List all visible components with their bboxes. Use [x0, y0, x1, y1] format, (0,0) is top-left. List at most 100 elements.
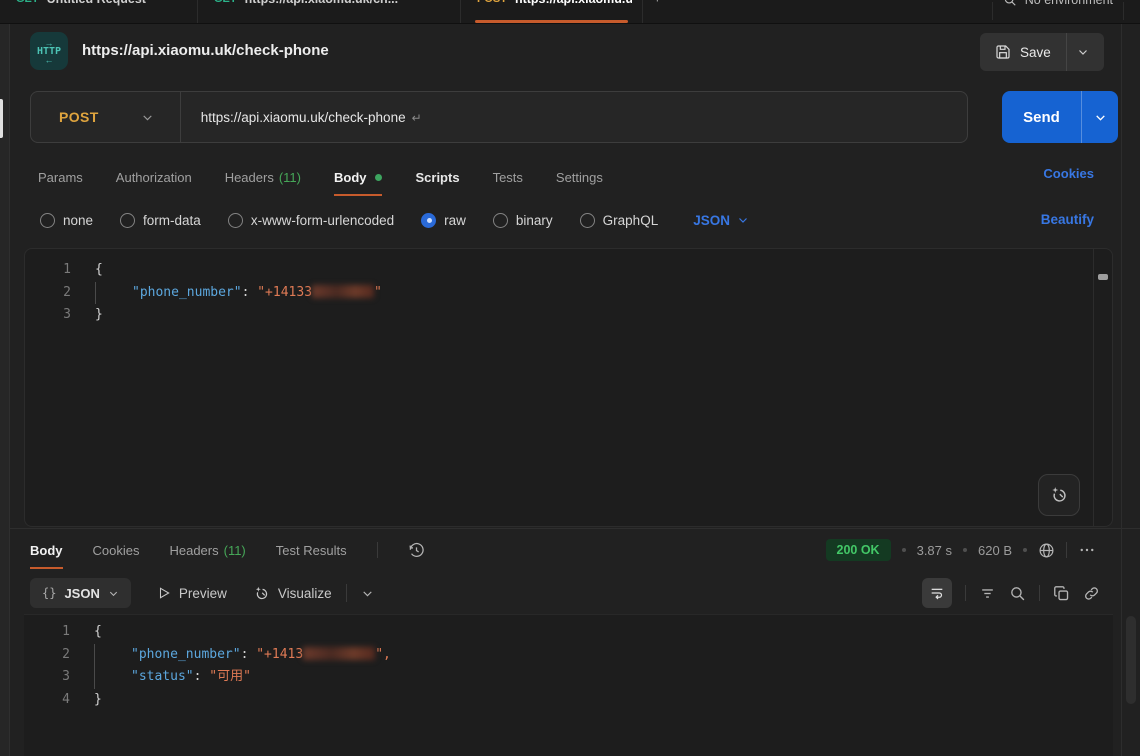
chevron-down-icon — [108, 588, 119, 599]
redacted-phone-digits — [312, 285, 374, 298]
dot-separator — [963, 548, 967, 552]
open-request-tab-1[interactable]: GET Untitled Request — [0, 0, 198, 24]
language-dropdown[interactable]: JSON — [693, 213, 749, 228]
filter-button[interactable] — [979, 585, 996, 602]
divider — [965, 585, 966, 601]
tab-title: https://api.xiaomu.uk/ch... — [245, 0, 399, 6]
enter-hint-icon: ↵ — [412, 111, 422, 125]
copy-icon — [1053, 585, 1070, 602]
divider — [1039, 585, 1040, 601]
body-mode-selector: none form-data x-www-form-urlencoded raw… — [40, 203, 749, 237]
code-line: 2 "phone_number": "+1413", — [24, 644, 1113, 667]
save-label: Save — [1020, 45, 1051, 60]
divider — [1066, 542, 1067, 558]
chevron-down-icon — [141, 111, 154, 124]
open-request-tab-2[interactable]: GET https://api.xiaomu.uk/ch... — [198, 0, 461, 24]
share-link-button[interactable] — [1083, 585, 1100, 602]
http-protocol-icon: → HTTP ← — [30, 32, 68, 70]
headers-count: (11) — [224, 543, 246, 558]
url-input[interactable]: https://api.xiaomu.uk/check-phone↵ — [201, 110, 422, 125]
window-scrollbar-thumb[interactable] — [1126, 616, 1136, 704]
response-history-button[interactable] — [408, 542, 425, 559]
response-tab-cookies[interactable]: Cookies — [93, 531, 140, 569]
word-wrap-button[interactable] — [922, 578, 952, 608]
search-icon — [1003, 0, 1017, 7]
tab-settings[interactable]: Settings — [556, 158, 603, 196]
request-title: https://api.xiaomu.uk/check-phone — [82, 42, 329, 59]
mode-graphql[interactable]: GraphQL — [580, 213, 659, 228]
word-wrap-icon — [929, 585, 945, 601]
postbot-ai-button[interactable] — [1038, 474, 1080, 516]
mode-binary[interactable]: binary — [493, 213, 553, 228]
response-format-dropdown[interactable]: {} JSON — [30, 578, 131, 608]
search-in-body-button[interactable] — [1009, 585, 1026, 602]
tab-headers[interactable]: Headers (11) — [225, 158, 301, 196]
line-number: 3 — [25, 304, 71, 327]
code-line: 4 } — [24, 689, 1113, 712]
section-divider — [0, 528, 1140, 529]
response-body-viewer[interactable]: 1 { 2 "phone_number": "+1413", 3 "status… — [24, 614, 1113, 756]
response-toolbar: {} JSON Preview Visualize — [30, 577, 1100, 609]
beautify-link[interactable]: Beautify — [1041, 212, 1094, 227]
code-line: 2 "phone_number": "+14133" — [25, 282, 1112, 305]
chevron-down-icon — [737, 214, 749, 226]
play-icon — [157, 586, 171, 600]
environment-selector[interactable]: No environment — [992, 0, 1124, 24]
open-request-tab-3-active[interactable]: POST https://api.xiaomu.uk/c... — [461, 0, 643, 24]
response-more-options-button[interactable] — [1078, 541, 1096, 559]
filter-icon — [979, 585, 996, 602]
tab-scripts[interactable]: Scripts — [415, 158, 459, 196]
response-tab-test-results[interactable]: Test Results — [276, 531, 347, 569]
indent-guide — [95, 282, 96, 304]
send-options-button[interactable] — [1082, 111, 1118, 124]
scrollbar-thumb[interactable] — [1098, 274, 1108, 280]
dot-separator — [1023, 548, 1027, 552]
line-number: 1 — [24, 621, 70, 644]
response-size: 620 B — [978, 543, 1012, 558]
sparkle-circle-icon — [253, 585, 270, 602]
tab-params[interactable]: Params — [38, 158, 83, 196]
method-badge-get: GET — [16, 0, 39, 6]
save-button[interactable]: Save — [980, 33, 1066, 71]
tab-title: https://api.xiaomu.uk/c... — [515, 0, 632, 6]
response-tab-body[interactable]: Body — [30, 531, 63, 569]
response-meta: 200 OK 3.87 s 620 B — [826, 530, 1097, 570]
divider — [992, 2, 993, 20]
copy-response-button[interactable] — [1053, 585, 1070, 602]
radio-icon — [580, 213, 595, 228]
line-number: 2 — [24, 644, 70, 667]
braces-icon: {} — [42, 586, 56, 600]
radio-icon — [40, 213, 55, 228]
tab-tests[interactable]: Tests — [493, 158, 523, 196]
json-key: "phone_number" — [131, 647, 241, 662]
preview-button[interactable]: Preview — [157, 586, 227, 601]
mode-form-data[interactable]: form-data — [120, 213, 201, 228]
send-split-button: Send — [1002, 91, 1118, 143]
save-options-button[interactable] — [1067, 33, 1100, 71]
send-button[interactable]: Send — [1002, 109, 1081, 126]
network-info-button[interactable] — [1038, 542, 1055, 559]
view-options-chevron[interactable] — [361, 587, 374, 600]
response-tab-headers[interactable]: Headers (11) — [169, 531, 245, 569]
cookies-link[interactable]: Cookies — [1043, 166, 1094, 181]
request-body-editor[interactable]: 1 { 2 "phone_number": "+14133" 3 } — [24, 248, 1113, 527]
method-dropdown[interactable]: POST — [31, 109, 154, 125]
line-number: 1 — [25, 259, 71, 282]
request-section-tabs: Params Authorization Headers (11) Body S… — [38, 158, 603, 196]
divider — [1123, 2, 1124, 20]
chevron-down-icon — [1094, 111, 1107, 124]
mode-none[interactable]: none — [40, 213, 93, 228]
visualize-button[interactable]: Visualize — [253, 585, 332, 602]
tab-body[interactable]: Body — [334, 158, 383, 196]
divider — [377, 542, 378, 558]
radio-selected-icon — [421, 213, 436, 228]
editor-scrollbar[interactable] — [1093, 249, 1112, 526]
radio-icon — [228, 213, 243, 228]
method-badge-get: GET — [214, 0, 237, 6]
tab-authorization[interactable]: Authorization — [116, 158, 192, 196]
json-string-value: "可用" — [209, 669, 251, 684]
line-number: 3 — [24, 666, 70, 689]
mode-raw-selected[interactable]: raw — [421, 213, 466, 228]
new-tab-button[interactable]: + — [643, 0, 673, 24]
mode-x-www-form-urlencoded[interactable]: x-www-form-urlencoded — [228, 213, 394, 228]
